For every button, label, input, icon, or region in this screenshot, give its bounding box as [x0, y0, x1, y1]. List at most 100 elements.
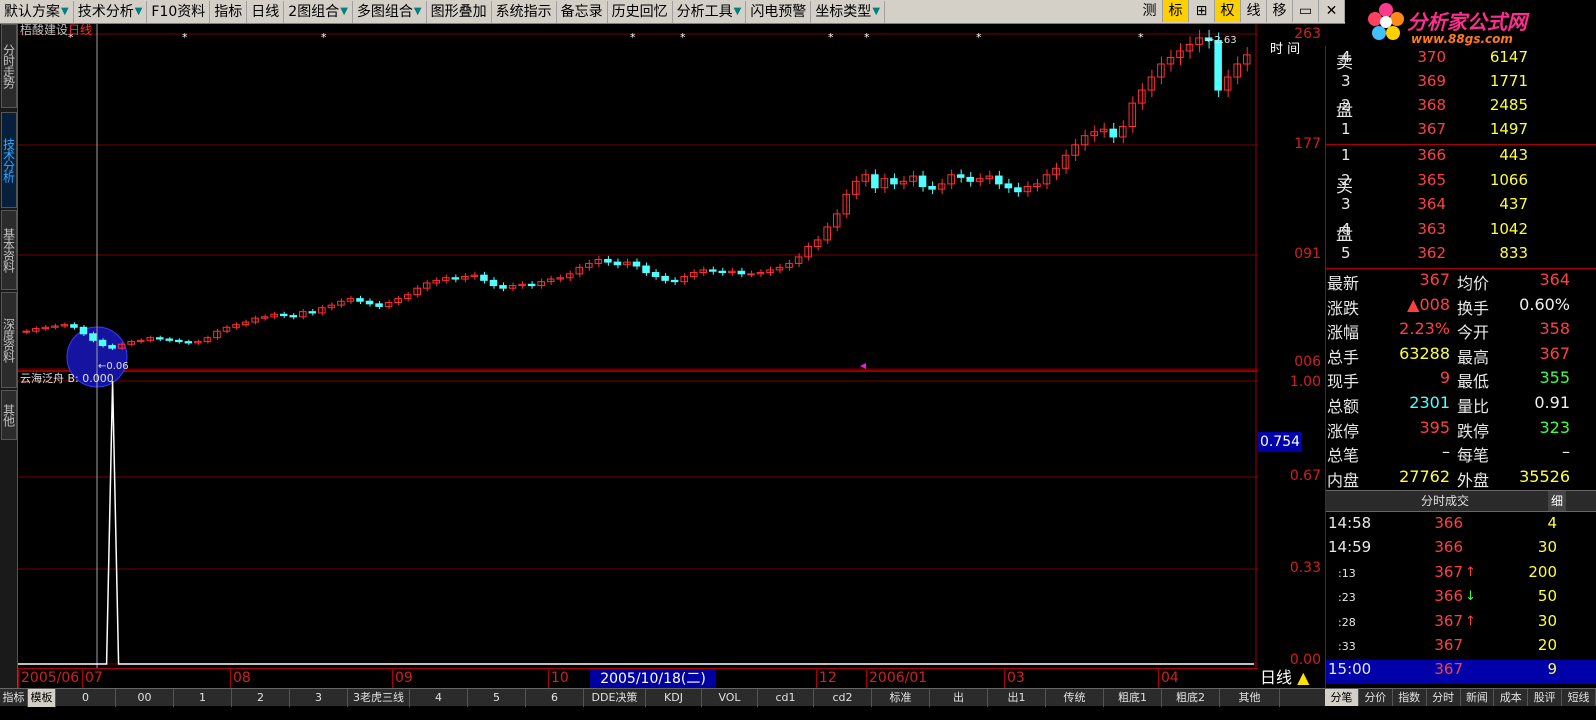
- menu-item-11[interactable]: 分析工具 ▼: [673, 0, 747, 23]
- indicator-tab-11[interactable]: DDE决策: [584, 689, 646, 707]
- quote-tab-3[interactable]: 分时: [1427, 689, 1461, 706]
- menu-item-13[interactable]: 坐标类型 ▼: [811, 0, 886, 23]
- tick-price: 366: [1434, 514, 1463, 532]
- quote-key: 最高: [1457, 347, 1490, 367]
- kline-chart[interactable]: ←2.63←0.06* * * * * * * * *: [18, 24, 1258, 668]
- quote-key: 量比: [1457, 397, 1490, 416]
- menu-item-6[interactable]: 多图组合 ▼: [353, 0, 427, 23]
- indicator-tab-2[interactable]: 0: [56, 689, 116, 707]
- left-tab-0[interactable]: 分时走势: [1, 24, 17, 108]
- buy-row[interactable]: 1 366 443: [1326, 146, 1596, 170]
- candle-body: [451, 277, 460, 280]
- period-switch[interactable]: 日线 ▲: [1258, 668, 1325, 688]
- buy-row[interactable]: 5 362 833: [1326, 244, 1596, 268]
- indicator-tab-9[interactable]: 5: [468, 689, 526, 707]
- indicator-tab-12[interactable]: KDJ: [646, 689, 702, 707]
- quote-row: 总额 2301 量比 0.91: [1326, 393, 1596, 417]
- menu-item-0[interactable]: 默认方案 ▼: [0, 0, 74, 23]
- divider: [1326, 268, 1596, 269]
- tool-button-0[interactable]: 测: [1137, 0, 1163, 22]
- menu-item-9[interactable]: 备忘录: [557, 0, 608, 23]
- indicator-tab-4[interactable]: 1: [174, 689, 232, 707]
- left-tab-2[interactable]: 基本资料: [1, 210, 17, 290]
- tick-row[interactable]: :33 367 20: [1326, 636, 1596, 660]
- indicator-tab-1[interactable]: 模板: [28, 689, 56, 707]
- indicator-tab-6[interactable]: 3: [290, 689, 348, 707]
- tool-button-6[interactable]: ▭: [1293, 0, 1319, 22]
- level: 1: [1341, 146, 1351, 164]
- left-tab-1[interactable]: 技术分析: [1, 112, 17, 208]
- menu-item-7[interactable]: 图形叠加: [427, 0, 492, 23]
- tick-detail-button[interactable]: 细: [1548, 491, 1566, 511]
- indicator-tab-22[interactable]: 其他: [1220, 689, 1280, 707]
- tick-row[interactable]: 14:59 366 30: [1326, 538, 1596, 562]
- quote-tab-5[interactable]: 成本: [1494, 689, 1529, 706]
- candle-body: [1214, 40, 1222, 91]
- tick-row[interactable]: :28 367 ↑ 30: [1326, 612, 1596, 636]
- sell-row[interactable]: 3 369 1771: [1326, 72, 1596, 96]
- dropdown-arrow-icon[interactable]: ▼: [340, 1, 348, 23]
- indicator-tab-5[interactable]: 2: [232, 689, 290, 707]
- indicator-tab-18[interactable]: 出1: [988, 689, 1046, 707]
- quote-tab-0[interactable]: 分笔: [1325, 689, 1359, 706]
- tool-button-4[interactable]: 线: [1241, 0, 1267, 22]
- quote-tab-2[interactable]: 指数: [1393, 689, 1427, 706]
- indicator-tab-16[interactable]: 标准: [872, 689, 930, 707]
- indicator-tab-19[interactable]: 传统: [1046, 689, 1104, 707]
- quote-tab-1[interactable]: 分价: [1359, 689, 1393, 706]
- indicator-tab-20[interactable]: 粗底1: [1104, 689, 1162, 707]
- indicator-tab-7[interactable]: 3老虎三线: [348, 689, 410, 707]
- indicator-tab-8[interactable]: 4: [410, 689, 468, 707]
- dropdown-arrow-icon[interactable]: ▼: [734, 1, 742, 23]
- menu-item-1[interactable]: 技术分析 ▼: [74, 0, 148, 23]
- triangle-up-icon[interactable]: ▲: [1297, 668, 1309, 687]
- menu-item-2[interactable]: F10资料: [147, 0, 211, 23]
- buy-row[interactable]: 2 365 1066: [1326, 171, 1596, 195]
- dropdown-arrow-icon[interactable]: ▼: [61, 1, 69, 23]
- dropdown-arrow-icon[interactable]: ▼: [414, 1, 422, 23]
- menu-item-5[interactable]: 2图组合 ▼: [284, 0, 353, 23]
- tool-button-7[interactable]: ✕: [1319, 0, 1345, 22]
- left-tab-3[interactable]: 深度资料: [1, 292, 17, 388]
- level: 2: [1341, 170, 1351, 189]
- indicator-tab-3[interactable]: 00: [116, 689, 174, 707]
- quote-tab-6[interactable]: 股评: [1528, 689, 1563, 706]
- indicator-tab-15[interactable]: cd2: [814, 689, 872, 707]
- tick-row[interactable]: :23 366 ↓ 50: [1326, 587, 1596, 611]
- indicator-tab-14[interactable]: cd1: [758, 689, 814, 707]
- tick-volume: 30: [1537, 611, 1557, 630]
- sell-row[interactable]: 4 370 6147: [1326, 48, 1596, 72]
- indicator-tab-0[interactable]: 指标: [0, 689, 28, 707]
- quote-tab-7[interactable]: 短线: [1562, 689, 1596, 706]
- date-label: 2005/06: [18, 670, 79, 688]
- quote-tab-4[interactable]: 新闻: [1461, 689, 1495, 706]
- tick-row[interactable]: :13 367 ↑ 200: [1326, 563, 1596, 587]
- tool-button-3[interactable]: 权: [1215, 0, 1241, 22]
- indicator-tab-17[interactable]: 出: [930, 689, 988, 707]
- indicator-tab-21[interactable]: 粗底2: [1162, 689, 1220, 707]
- candle-body: [604, 259, 612, 263]
- tick-row[interactable]: 14:58 366 4: [1326, 514, 1596, 538]
- indicator-tab-10[interactable]: 6: [526, 689, 584, 707]
- level: 2: [1341, 96, 1351, 114]
- dropdown-arrow-icon[interactable]: ▼: [135, 1, 143, 23]
- buy-row[interactable]: 3 364 437: [1326, 195, 1596, 219]
- buy-row[interactable]: 4 363 1042: [1326, 220, 1596, 244]
- tool-button-2[interactable]: ⊞: [1189, 0, 1215, 22]
- dropdown-arrow-icon[interactable]: ▼: [872, 1, 880, 23]
- menu-item-8[interactable]: 系统指示: [492, 0, 557, 23]
- menu-item-3[interactable]: 指标: [210, 0, 248, 23]
- sell-row[interactable]: 1 367 1497: [1326, 120, 1596, 144]
- tool-button-1[interactable]: 标: [1163, 0, 1189, 22]
- candle-body: [155, 337, 164, 340]
- tool-button-5[interactable]: 移: [1267, 0, 1293, 22]
- menu-item-12[interactable]: 闪电预警: [746, 0, 812, 23]
- menu-item-4[interactable]: 日线: [247, 0, 285, 23]
- indicator-tab-13[interactable]: VOL: [702, 689, 758, 707]
- menu-item-10[interactable]: 历史回忆: [608, 0, 673, 23]
- left-tab-4[interactable]: 其他: [1, 390, 17, 440]
- sell-row[interactable]: 2 368 2485: [1326, 96, 1596, 120]
- level: 1: [1341, 120, 1351, 138]
- tick-row[interactable]: 15:00 367 9: [1326, 660, 1596, 685]
- quote-value: 364: [1539, 270, 1570, 289]
